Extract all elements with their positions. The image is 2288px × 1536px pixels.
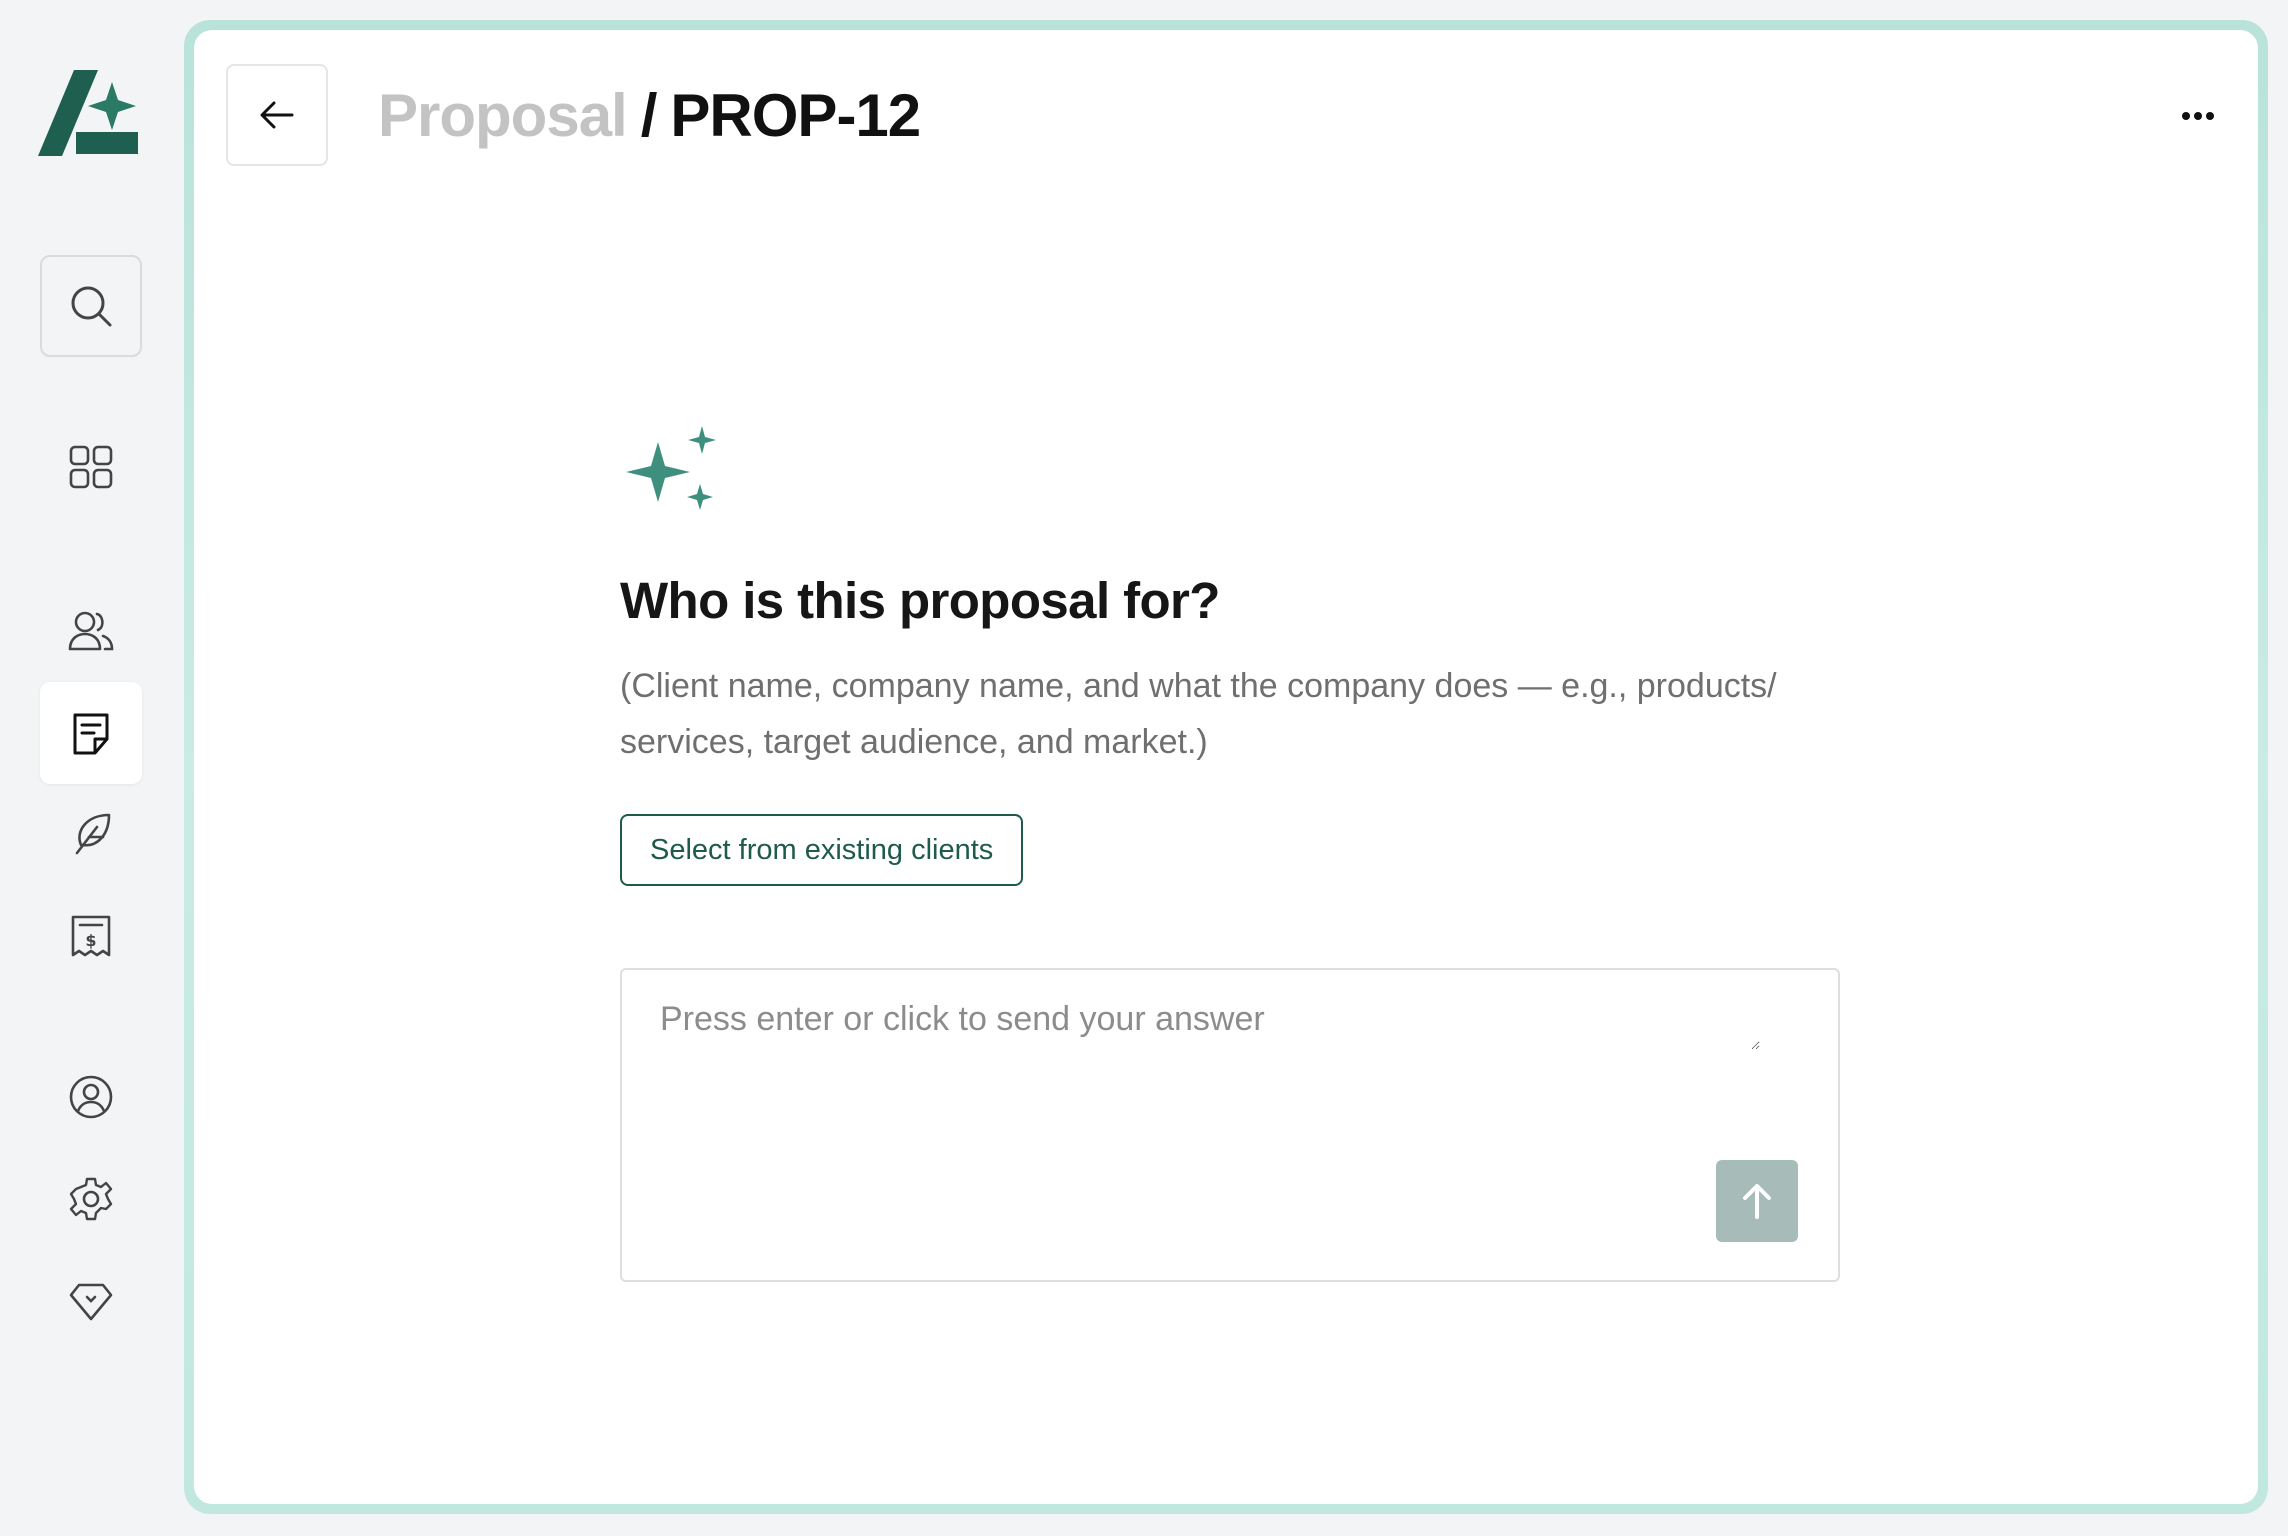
sparkle-icon xyxy=(626,426,716,510)
select-existing-clients-button[interactable]: Select from existing clients xyxy=(620,814,1024,886)
users-icon xyxy=(68,611,114,651)
sidebar-item-premium[interactable] xyxy=(40,1250,142,1352)
svg-text:$: $ xyxy=(85,931,96,950)
grid-icon xyxy=(69,445,113,489)
gear-icon xyxy=(69,1177,113,1221)
proposal-document-icon xyxy=(73,713,109,755)
search-icon xyxy=(71,286,112,327)
diamond-icon xyxy=(69,1283,113,1321)
sidebar-item-invoices[interactable]: $ xyxy=(40,884,142,986)
sidebar-item-content[interactable] xyxy=(40,782,142,884)
back-button[interactable] xyxy=(226,64,328,166)
answer-input[interactable] xyxy=(660,1000,1760,1050)
arrow-up-icon xyxy=(1743,1184,1771,1219)
app-window: $ Proposal / PROP-12 Who is this proposa… xyxy=(0,0,2288,1536)
more-options-button[interactable] xyxy=(2168,86,2228,146)
search-button[interactable] xyxy=(40,255,142,357)
question-hint: (Client name, company name, and what the… xyxy=(620,667,1777,761)
feather-icon xyxy=(75,813,111,855)
app-logo[interactable] xyxy=(38,66,142,156)
send-answer-button[interactable] xyxy=(1716,1160,1798,1242)
main-panel: Proposal / PROP-12 Who is this proposal … xyxy=(194,30,2258,1504)
more-horizontal-icon xyxy=(2182,112,2214,120)
question-heading: Who is this proposal for? xyxy=(620,572,1220,629)
question-section: Who is this proposal for? (Client name, … xyxy=(620,426,1860,1282)
main-frame: Proposal / PROP-12 Who is this proposal … xyxy=(184,20,2268,1514)
answer-box xyxy=(620,968,1840,1282)
arrow-left-icon xyxy=(260,101,294,129)
breadcrumb: Proposal / PROP-12 xyxy=(378,80,921,150)
sidebar: $ xyxy=(0,0,184,1536)
account-circle-icon xyxy=(69,1075,113,1119)
invoice-icon: $ xyxy=(71,915,111,957)
page-title: PROP-12 xyxy=(670,81,921,149)
sidebar-item-clients[interactable] xyxy=(40,580,142,682)
sidebar-item-proposals[interactable] xyxy=(40,682,142,784)
sidebar-item-settings[interactable] xyxy=(40,1148,142,1250)
breadcrumb-separator: / xyxy=(640,81,658,149)
breadcrumb-parent[interactable]: Proposal xyxy=(378,81,628,150)
sidebar-item-account[interactable] xyxy=(40,1046,142,1148)
sidebar-item-dashboard[interactable] xyxy=(40,416,142,518)
